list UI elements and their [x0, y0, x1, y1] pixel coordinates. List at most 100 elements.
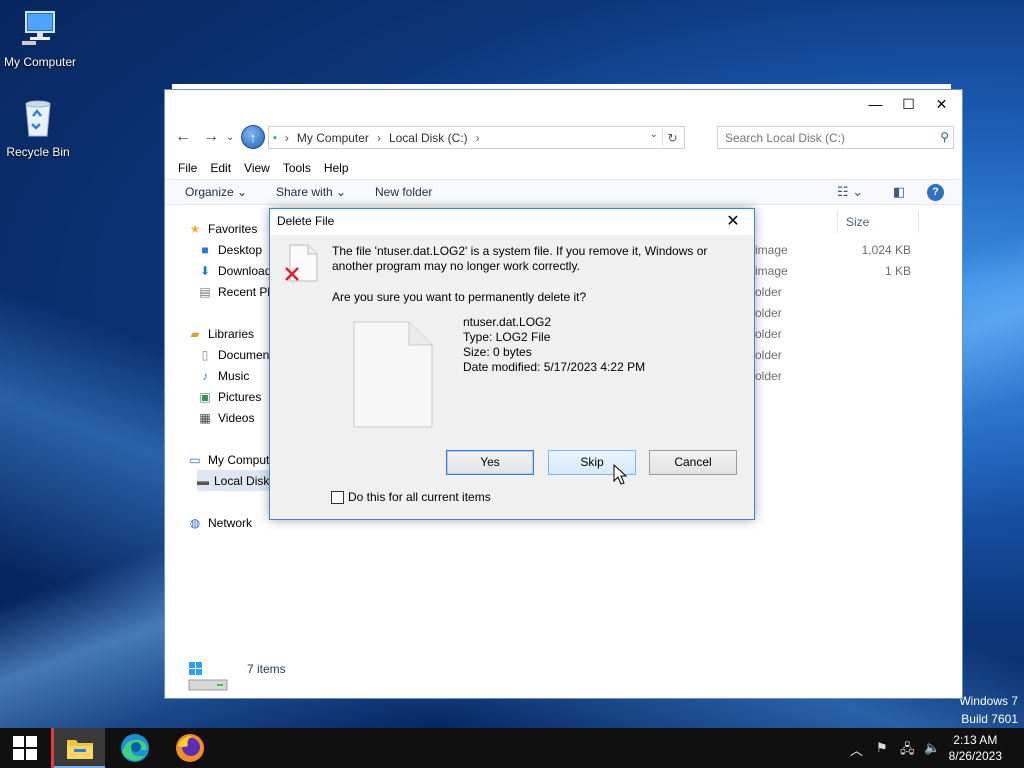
- address-dropdown-icon[interactable]: ⌄: [650, 129, 658, 140]
- nav-music[interactable]: ♪ Music: [197, 365, 249, 386]
- menu-help[interactable]: Help: [324, 158, 356, 178]
- nav-downloads[interactable]: ⬇ Downloads: [197, 260, 273, 281]
- breadcrumb-separator: ›: [475, 130, 480, 145]
- system-file-warning-icon: [285, 244, 318, 282]
- address-bar[interactable]: ▪ › My Computer › Local Disk (C:) › ⌄ ↻: [268, 126, 685, 149]
- nav-label: Pictures: [218, 389, 262, 404]
- search-input[interactable]: Search Local Disk (C:) ⚲: [717, 126, 954, 149]
- taskbar-edge[interactable]: [108, 728, 162, 768]
- file-type-cell: older: [755, 306, 782, 320]
- cancel-button[interactable]: Cancel: [649, 450, 737, 475]
- file-type: Type: LOG2 File: [463, 330, 551, 344]
- maximize-button[interactable]: ☐: [892, 90, 925, 118]
- file-thumbnail-icon: [353, 321, 433, 428]
- edge-icon: [121, 734, 149, 762]
- explorer-titlebar[interactable]: — ☐ ✕: [165, 90, 962, 118]
- dialog-close-icon[interactable]: ✕: [722, 211, 744, 231]
- refresh-icon[interactable]: ↻: [662, 128, 682, 147]
- file-name: ntuser.dat.LOG2: [463, 315, 552, 329]
- recycle-bin-icon: [25, 100, 51, 137]
- windows-logo-icon: [13, 736, 37, 760]
- taskbar-file-explorer[interactable]: [51, 728, 105, 768]
- file-size: Size: 0 bytes: [463, 345, 532, 359]
- share-with-button[interactable]: Share with ⌄: [276, 185, 346, 199]
- item-count: 7 items: [247, 662, 286, 676]
- nav-favorites[interactable]: ★ Favorites: [187, 218, 258, 239]
- taskbar-firefox[interactable]: [163, 728, 217, 768]
- checkbox-box[interactable]: [331, 490, 344, 504]
- apply-to-all-checkbox[interactable]: Do this for all current items: [331, 490, 491, 504]
- nav-my-computer[interactable]: ▭ My Computer: [187, 449, 273, 470]
- download-arrow-icon: ⬇: [199, 263, 211, 278]
- desktop-icon-label: My Computer: [3, 55, 77, 69]
- mouse-cursor-icon: [613, 464, 627, 485]
- help-icon[interactable]: ?: [927, 184, 944, 201]
- minimize-button[interactable]: —: [859, 90, 892, 118]
- breadcrumb-my-computer[interactable]: My Computer: [297, 131, 369, 145]
- windows-version-watermark: Windows 7 Build 7601: [959, 692, 1018, 728]
- close-button[interactable]: ✕: [925, 90, 958, 118]
- file-date-modified: Date modified: 5/17/2023 4:22 PM: [463, 360, 646, 374]
- nav-libraries[interactable]: ▰ Libraries: [187, 323, 254, 344]
- breadcrumb-local-disk[interactable]: Local Disk (C:): [389, 131, 468, 145]
- menu-file[interactable]: File: [165, 158, 204, 178]
- clock-time: 2:13 AM: [953, 733, 998, 747]
- nav-pictures[interactable]: ▣ Pictures: [197, 386, 261, 407]
- file-type-cell: image: [755, 243, 788, 257]
- nav-local-disk[interactable]: ▬ Local Disk (C:): [197, 470, 273, 491]
- search-placeholder: Search Local Disk (C:): [725, 130, 846, 145]
- music-icon: ♪: [202, 368, 208, 383]
- navigation-bar: ← → ⌄ ↑ ▪ › My Computer › Local Disk (C:…: [165, 123, 962, 153]
- file-explorer-icon: [66, 740, 93, 759]
- dialog-body: The file 'ntuser.dat.LOG2' is a system f…: [270, 235, 754, 519]
- new-folder-button[interactable]: New folder: [375, 185, 432, 199]
- file-type-cell: older: [755, 348, 782, 362]
- recent-pages-chevron-icon[interactable]: ⌄: [226, 132, 234, 143]
- menu-view[interactable]: View: [244, 158, 277, 178]
- local-disk-icon: [188, 662, 228, 691]
- nav-label: Videos: [218, 410, 255, 425]
- preview-pane-icon[interactable]: ◧: [893, 184, 905, 200]
- command-bar: Organize ⌄ Share with ⌄ New folder ☷ ⌄ ◧…: [165, 179, 962, 205]
- nav-documents[interactable]: ▯ Documents: [197, 344, 273, 365]
- action-center-flag-icon[interactable]: ⚑: [876, 740, 888, 756]
- star-icon: ★: [189, 221, 201, 236]
- menu-edit[interactable]: Edit: [210, 158, 238, 178]
- nav-label: Documents: [218, 347, 273, 362]
- nav-desktop[interactable]: ■ Desktop: [197, 239, 262, 260]
- library-icon: ▰: [190, 326, 200, 341]
- status-bar: 7 items: [165, 654, 962, 698]
- start-button[interactable]: [0, 728, 50, 768]
- menu-tools[interactable]: Tools: [283, 158, 318, 178]
- nav-label: Local Disk (C:): [214, 473, 273, 488]
- menu-bar: File Edit View Tools Help: [165, 158, 356, 178]
- column-header-size[interactable]: Size: [837, 211, 919, 233]
- file-size-cell: 1,024 KB: [861, 243, 911, 257]
- nav-recent-places[interactable]: ▤ Recent Places: [197, 281, 273, 302]
- yes-button[interactable]: Yes: [446, 450, 534, 475]
- desktop-icon-recycle-bin[interactable]: Recycle Bin: [0, 98, 78, 159]
- nav-videos[interactable]: ▦ Videos: [197, 407, 254, 428]
- nav-network[interactable]: ◍ Network: [187, 512, 252, 533]
- network-icon: ◍: [189, 515, 201, 530]
- network-status-icon[interactable]: 🖧: [900, 740, 915, 762]
- file-type-cell: older: [755, 369, 782, 383]
- show-hidden-icons-chevron-icon[interactable]: ︿: [850, 740, 863, 759]
- desktop-folder-icon: ■: [201, 242, 209, 257]
- nav-label: Libraries: [208, 326, 255, 341]
- nav-label: Desktop: [218, 242, 263, 257]
- forward-arrow-icon[interactable]: →: [203, 128, 219, 146]
- computer-small-icon: ▭: [189, 452, 201, 467]
- file-type-cell: image: [755, 264, 788, 278]
- organize-button[interactable]: Organize ⌄: [185, 185, 247, 199]
- back-arrow-icon[interactable]: ←: [175, 128, 191, 146]
- up-arrow-icon[interactable]: ↑: [241, 125, 265, 149]
- volume-muted-icon[interactable]: 🔈: [924, 740, 940, 756]
- documents-icon: ▯: [201, 347, 209, 362]
- clock-date: 8/26/2023: [948, 749, 1002, 763]
- desktop-icon-my-computer[interactable]: My Computer: [0, 8, 80, 69]
- search-icon[interactable]: ⚲: [940, 130, 949, 144]
- delete-file-dialog: Delete File ✕ The file 'ntuser.dat.LOG2'…: [269, 208, 755, 520]
- system-clock[interactable]: 2:13 AM 8/26/2023: [949, 732, 1002, 764]
- view-options-icon[interactable]: ☷ ⌄: [837, 184, 863, 200]
